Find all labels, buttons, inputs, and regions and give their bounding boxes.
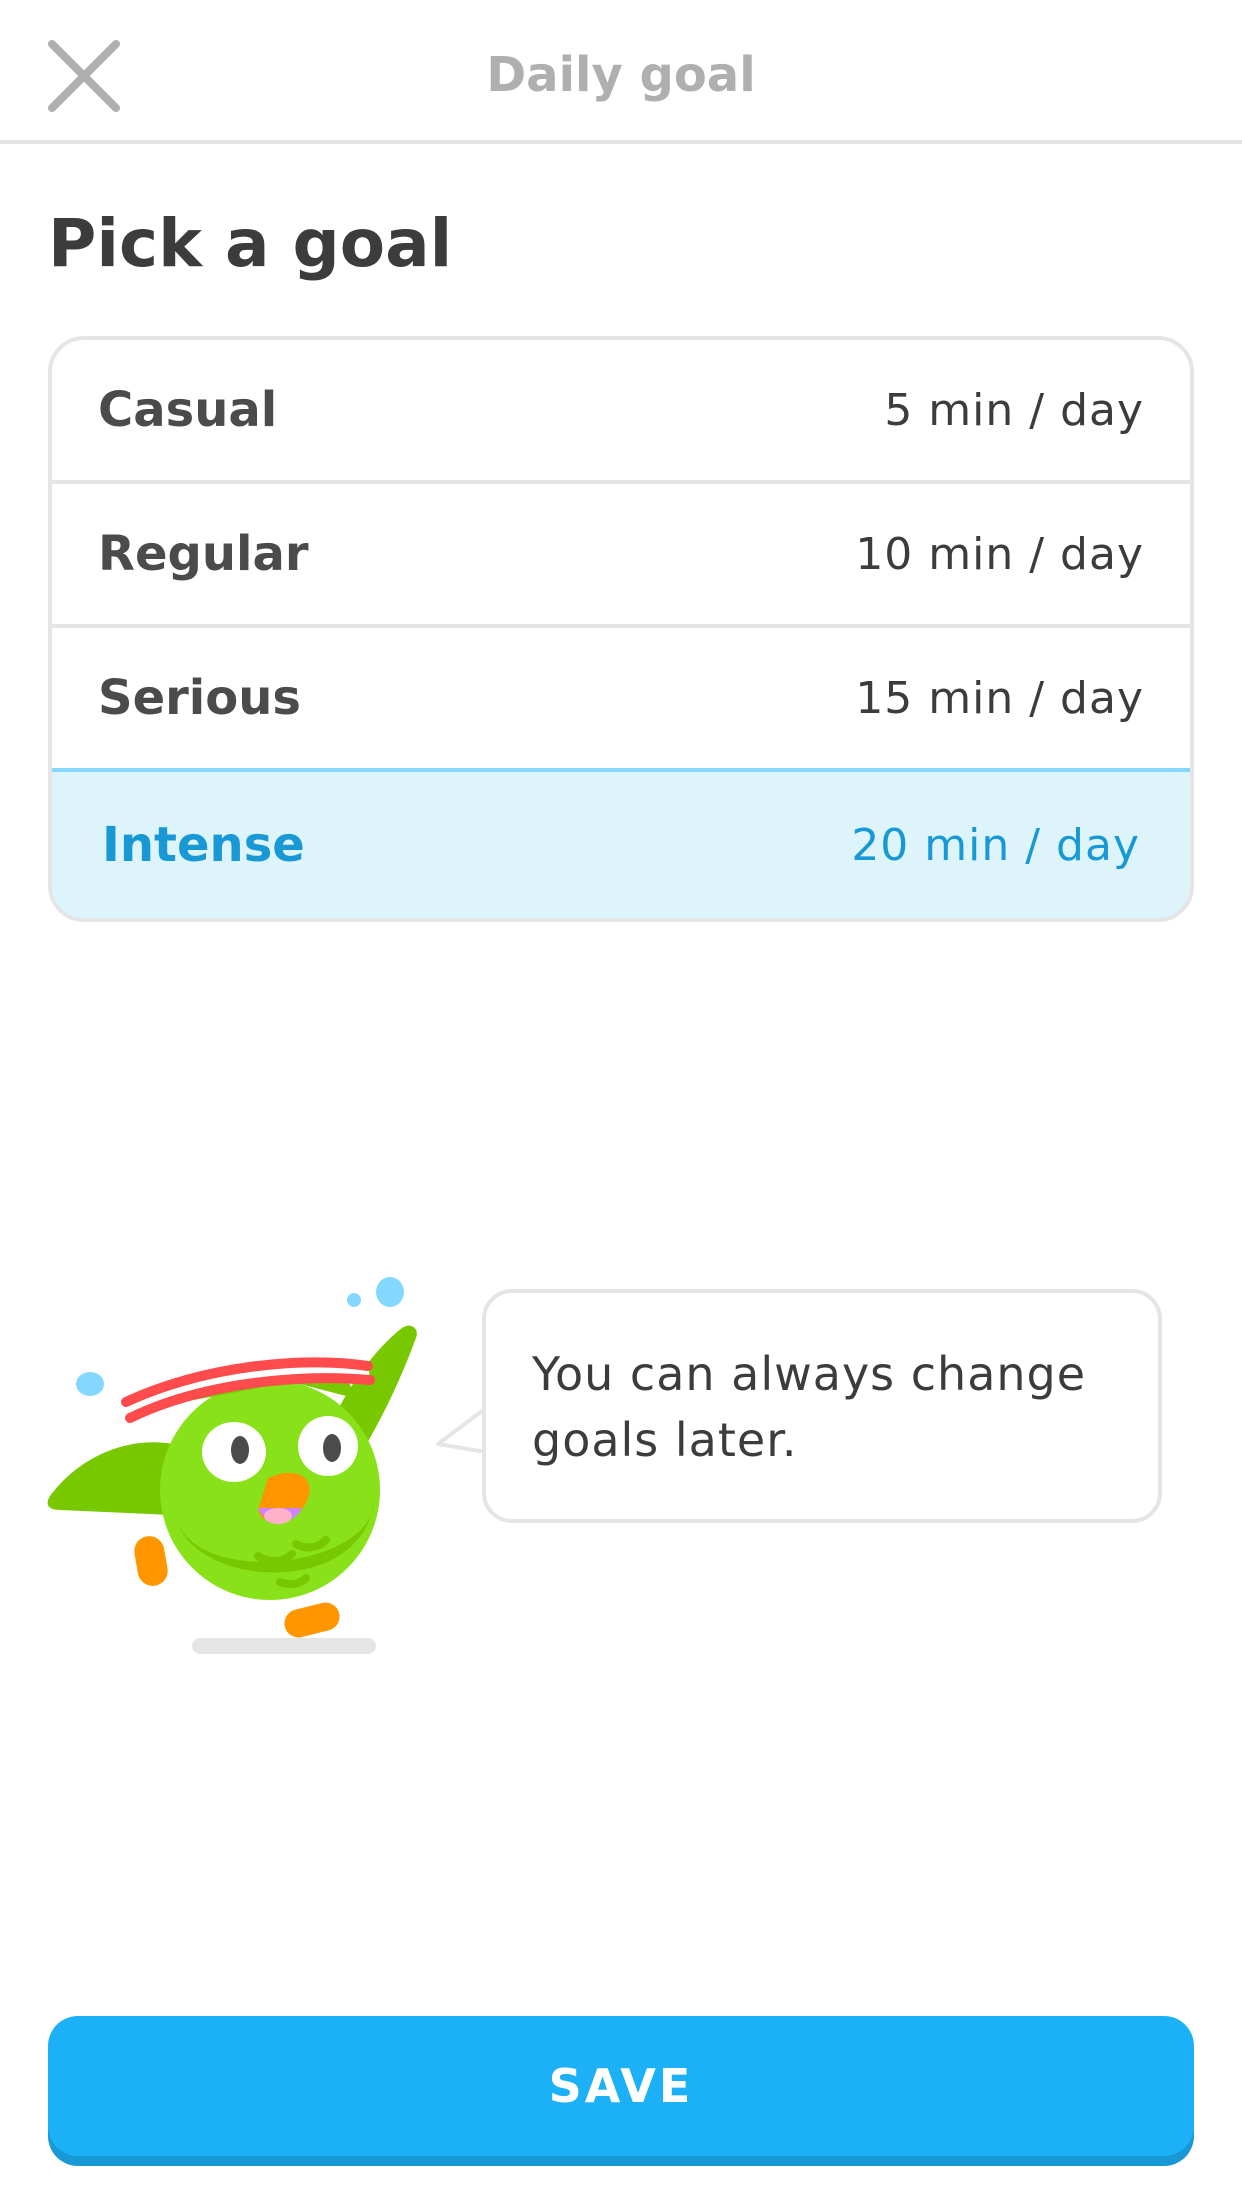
page-title: Pick a goal — [48, 205, 453, 282]
daily-goal-screen: Daily goal Pick a goal Casual 5 min / da… — [0, 0, 1242, 2208]
speech-bubble: You can always change goals later. — [482, 1289, 1162, 1523]
goal-time: 20 min / day — [851, 819, 1140, 871]
goal-name: Casual — [98, 382, 278, 438]
goal-option-intense[interactable]: Intense 20 min / day — [52, 768, 1190, 918]
goal-time: 5 min / day — [884, 384, 1144, 436]
speech-bubble-text: You can always change goals later. — [532, 1347, 1087, 1467]
goal-name: Intense — [102, 817, 305, 873]
save-button[interactable]: SAVE — [48, 2016, 1194, 2156]
goal-option-casual[interactable]: Casual 5 min / day — [52, 340, 1190, 484]
goal-time: 15 min / day — [855, 672, 1144, 724]
goal-option-serious[interactable]: Serious 15 min / day — [52, 628, 1190, 772]
goal-name: Serious — [98, 670, 301, 726]
goal-option-regular[interactable]: Regular 10 min / day — [52, 484, 1190, 628]
owl-mascot — [44, 1270, 444, 1670]
header-title: Daily goal — [486, 47, 756, 103]
owl-mascot-icon — [47, 1277, 417, 1654]
goal-time: 10 min / day — [855, 528, 1144, 580]
header: Daily goal — [0, 0, 1242, 144]
speech-bubble-tail — [436, 1406, 486, 1454]
goal-name: Regular — [98, 526, 309, 582]
goal-list: Casual 5 min / day Regular 10 min / day … — [48, 336, 1194, 922]
